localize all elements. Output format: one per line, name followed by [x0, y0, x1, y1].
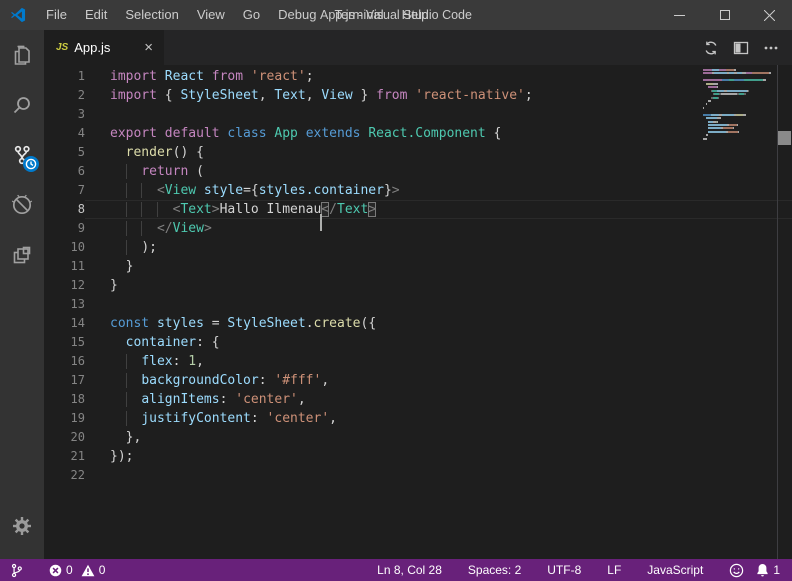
javascript-file-icon: JS: [56, 42, 68, 53]
code-line-11[interactable]: 11 }: [44, 257, 792, 276]
line-number: 14: [44, 314, 85, 333]
more-actions-icon[interactable]: [758, 35, 784, 61]
indentation-setting[interactable]: Spaces: 2: [462, 559, 527, 581]
code-line-17[interactable]: 17 backgroundColor: '#fff',: [44, 371, 792, 390]
maximize-button[interactable]: [702, 0, 747, 30]
notification-count: 1: [773, 563, 780, 577]
code-line-8[interactable]: 8 <Text>Hallo Ilmenau</Text>: [44, 200, 792, 219]
code-line-3[interactable]: 3: [44, 105, 792, 124]
vscode-logo-icon: [9, 6, 27, 24]
line-number: 2: [44, 86, 85, 105]
menu-help[interactable]: Help: [393, 0, 438, 30]
code-line-2[interactable]: 2import { StyleSheet, Text, View } from …: [44, 86, 792, 105]
line-number: 5: [44, 143, 85, 162]
error-count: 0: [66, 563, 73, 577]
code-line-1[interactable]: 1import React from 'react';: [44, 67, 792, 86]
title-bar: File Edit Selection View Go Debug Termin…: [0, 0, 792, 30]
code-line-9[interactable]: 9 </View>: [44, 219, 792, 238]
warnings-icon: [81, 564, 95, 577]
code-line-7[interactable]: 7 <View style={styles.container}>: [44, 181, 792, 200]
line-number: 15: [44, 333, 85, 352]
menu-selection[interactable]: Selection: [116, 0, 187, 30]
tab-appjs[interactable]: JS App.js ×: [44, 30, 164, 65]
line-number: 1: [44, 67, 85, 86]
errors-icon: [49, 564, 62, 577]
line-number: 19: [44, 409, 85, 428]
editor-scrollbar[interactable]: [777, 65, 792, 559]
overview-ruler-marker: [778, 131, 791, 145]
code-line-21[interactable]: 21});: [44, 447, 792, 466]
split-editor-icon[interactable]: [728, 35, 754, 61]
code-lines: 1import React from 'react';2import { Sty…: [44, 67, 792, 485]
minimap[interactable]: [703, 69, 777, 145]
settings-gear-icon[interactable]: [0, 501, 44, 551]
menu-file[interactable]: File: [37, 0, 76, 30]
line-number: 9: [44, 219, 85, 238]
line-number: 7: [44, 181, 85, 200]
menu-terminal[interactable]: Terminal: [325, 0, 392, 30]
extensions-icon[interactable]: [0, 230, 44, 280]
code-line-16[interactable]: 16 flex: 1,: [44, 352, 792, 371]
open-changes-icon[interactable]: [698, 35, 724, 61]
code-line-20[interactable]: 20 },: [44, 428, 792, 447]
tab-bar: JS App.js ×: [44, 30, 792, 65]
line-number: 22: [44, 466, 85, 485]
code-line-4[interactable]: 4export default class App extends React.…: [44, 124, 792, 143]
git-branch-icon[interactable]: [4, 559, 29, 581]
code-editor[interactable]: 1import React from 'react';2import { Sty…: [44, 65, 792, 559]
code-line-12[interactable]: 12}: [44, 276, 792, 295]
menu-debug[interactable]: Debug: [269, 0, 325, 30]
line-number: 20: [44, 428, 85, 447]
explorer-icon[interactable]: [0, 30, 44, 80]
problems-indicator[interactable]: 0 0: [43, 559, 111, 581]
menu-edit[interactable]: Edit: [76, 0, 116, 30]
notifications-bell[interactable]: 1: [750, 559, 786, 581]
line-number: 18: [44, 390, 85, 409]
line-number: 13: [44, 295, 85, 314]
bell-icon: [756, 563, 769, 577]
code-line-22[interactable]: 22: [44, 466, 792, 485]
line-number: 21: [44, 447, 85, 466]
line-number: 16: [44, 352, 85, 371]
tab-label: App.js: [74, 40, 110, 55]
code-line-10[interactable]: 10 );: [44, 238, 792, 257]
code-line-14[interactable]: 14const styles = StyleSheet.create({: [44, 314, 792, 333]
minimize-button[interactable]: [657, 0, 702, 30]
feedback-smiley-icon[interactable]: [723, 559, 750, 581]
code-line-5[interactable]: 5 render() {: [44, 143, 792, 162]
source-control-icon[interactable]: [0, 130, 44, 180]
tab-close-icon[interactable]: ×: [141, 39, 156, 56]
code-line-19[interactable]: 19 justifyContent: 'center',: [44, 409, 792, 428]
line-number: 3: [44, 105, 85, 124]
activity-bar: [0, 30, 44, 559]
eol-setting[interactable]: LF: [601, 559, 627, 581]
code-line-18[interactable]: 18 alignItems: 'center',: [44, 390, 792, 409]
code-line-15[interactable]: 15 container: {: [44, 333, 792, 352]
code-line-6[interactable]: 6 return (: [44, 162, 792, 181]
menu-view[interactable]: View: [188, 0, 234, 30]
status-bar: 0 0 Ln 8, Col 28 Spaces: 2 UTF-8 LF Java…: [0, 559, 792, 581]
debug-icon[interactable]: [0, 180, 44, 230]
language-mode[interactable]: JavaScript: [641, 559, 709, 581]
line-number: 6: [44, 162, 85, 181]
warning-count: 0: [99, 563, 106, 577]
close-button[interactable]: [747, 0, 792, 30]
line-number: 8: [44, 200, 85, 219]
line-number: 4: [44, 124, 85, 143]
cursor-position[interactable]: Ln 8, Col 28: [371, 559, 448, 581]
line-number: 17: [44, 371, 85, 390]
line-number: 11: [44, 257, 85, 276]
code-line-13[interactable]: 13: [44, 295, 792, 314]
encoding-setting[interactable]: UTF-8: [541, 559, 587, 581]
line-number: 12: [44, 276, 85, 295]
source-control-sync-badge: [23, 156, 39, 172]
menu-go[interactable]: Go: [234, 0, 269, 30]
line-number: 10: [44, 238, 85, 257]
search-icon[interactable]: [0, 80, 44, 130]
